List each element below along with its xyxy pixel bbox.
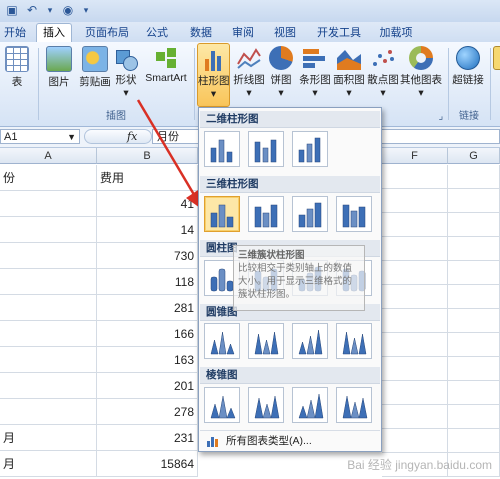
pyramid-thumbnail[interactable] — [248, 387, 284, 423]
thumbnail-bar — [226, 343, 235, 355]
thumbnail-bar — [262, 339, 271, 355]
thumbnail-bar — [218, 331, 227, 355]
thumbnail-bar — [210, 276, 218, 292]
cone-thumbnail[interactable] — [292, 323, 328, 359]
column2d-icon — [210, 139, 233, 163]
thumbnail-bar — [298, 341, 307, 355]
thumbnail-bar — [298, 149, 305, 163]
thumbnail-bar — [270, 204, 278, 228]
thumbnail-bar — [314, 137, 321, 163]
thumbnail-bar — [342, 204, 350, 228]
thumbnail-bar — [226, 407, 236, 419]
thumbnail-bar — [210, 212, 218, 228]
column2d-thumbnail[interactable] — [248, 131, 284, 167]
column3d-thumbnail[interactable] — [248, 196, 284, 232]
thumbnail-bar — [306, 208, 314, 228]
thumbnail-bar — [218, 204, 226, 228]
thumbnail-bar — [298, 214, 306, 228]
thumbnail-bar — [314, 202, 322, 228]
thumbnail-bar — [342, 395, 352, 419]
chart-type-tooltip: 三维簇状柱形图 比较相交于类别轴上的数值大小。用于显示三维格式的簇状柱形图。 — [233, 245, 365, 311]
thumbnail-bar — [254, 206, 262, 228]
thumbnail-bar — [350, 210, 358, 228]
thumbnail-bar — [254, 141, 261, 163]
cone-icon — [254, 331, 279, 355]
thumbnail-bar — [226, 151, 233, 163]
column2d-thumbnail[interactable] — [204, 131, 240, 167]
thumbnail-bar — [210, 339, 219, 355]
pyramid-icon — [298, 393, 324, 419]
watermark: Bai 经验 jingyan.baidu.com — [347, 458, 492, 472]
cone-icon — [210, 331, 235, 355]
thumbnail-bar — [314, 329, 323, 355]
tooltip-title: 三维簇状柱形图 — [238, 250, 305, 261]
column2d-icon — [254, 139, 277, 163]
pyramid-icon — [254, 395, 280, 419]
thumbnail-bar — [254, 397, 264, 419]
cone-thumbnail[interactable] — [248, 323, 284, 359]
thumbnail-bar — [218, 139, 225, 163]
thumbnail-bar — [270, 331, 279, 355]
column3d-icon — [210, 204, 234, 228]
all-chart-types-button[interactable]: 所有图表类型(A)... — [200, 430, 380, 450]
column2d-icon — [298, 137, 321, 163]
column3d-thumbnail[interactable] — [292, 196, 328, 232]
thumbnail-bar — [210, 403, 220, 419]
thumbnail-bar — [226, 216, 234, 228]
thumbnail-bar — [314, 393, 324, 419]
section-3d-column: 三维柱形图 — [200, 176, 380, 193]
thumbnail-bar — [350, 337, 359, 355]
thumbnail-bar — [298, 405, 308, 419]
thumbnail-bar — [350, 401, 360, 419]
thumbnail-bar — [342, 331, 351, 355]
thumbnail-bar — [262, 403, 272, 419]
column3d-icon — [342, 204, 366, 228]
column3d-thumbnail[interactable] — [336, 196, 372, 232]
pyramid-thumbnail[interactable] — [292, 387, 328, 423]
thumbnail-bar — [218, 268, 226, 292]
cone-icon — [298, 329, 323, 355]
thumbnail-bar — [270, 139, 277, 163]
column2d-thumbnail[interactable] — [292, 131, 328, 167]
thumbnail-bar — [306, 335, 315, 355]
column3d-icon — [298, 202, 322, 228]
pyramid-icon — [342, 395, 368, 419]
thumbnail-bar — [254, 333, 263, 355]
thumbnail-bar — [262, 147, 269, 163]
pyramid-thumbnail[interactable] — [204, 387, 240, 423]
thumbnail-bar — [218, 395, 228, 419]
column3d-thumbnail[interactable] — [204, 196, 240, 232]
pyramid-thumbnail[interactable] — [336, 387, 372, 423]
section-2d-column: 二维柱形图 — [200, 111, 380, 128]
thumbnail-bar — [358, 333, 367, 355]
thumbnail-bar — [210, 147, 217, 163]
pyramid-icon — [210, 395, 236, 419]
thumbnail-bar — [358, 206, 366, 228]
cone-icon — [342, 331, 367, 355]
thumbnail-bar — [270, 395, 280, 419]
cone-thumbnail[interactable] — [204, 323, 240, 359]
all-chart-types-icon — [207, 436, 219, 447]
tooltip-body: 比较相交于类别轴上的数值大小。用于显示三维格式的簇状柱形图。 — [238, 263, 353, 300]
thumbnail-bar — [306, 399, 316, 419]
thumbnail-bar — [358, 397, 368, 419]
thumbnail-bar — [262, 212, 270, 228]
column3d-icon — [254, 204, 278, 228]
thumbnail-bar — [306, 143, 313, 163]
cone-thumbnail[interactable] — [336, 323, 372, 359]
section-pyramid: 棱锥图 — [200, 367, 380, 384]
